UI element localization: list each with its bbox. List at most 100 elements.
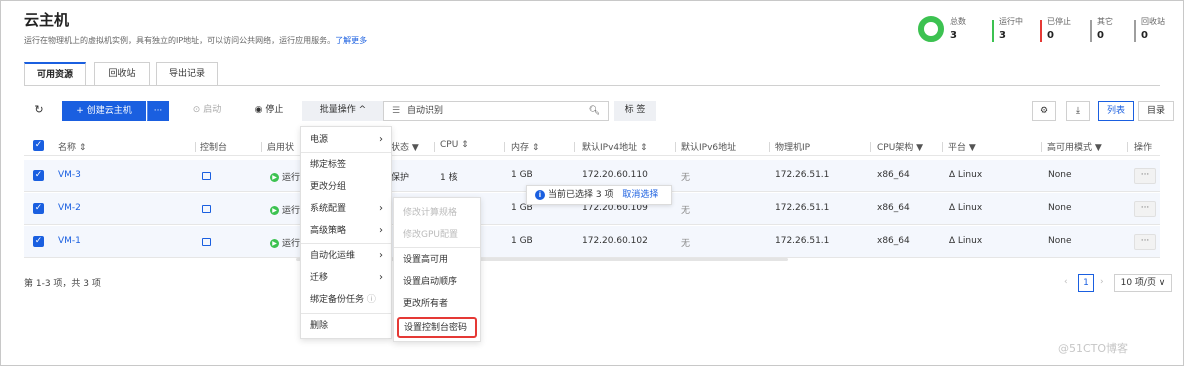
instance-name-link[interactable]: VM-2 xyxy=(58,203,81,213)
tag-button[interactable]: 标 签 xyxy=(614,101,656,121)
col-actions: 操作 xyxy=(1134,143,1153,153)
stat-stopped-value: 0 xyxy=(1047,30,1054,41)
page-number[interactable]: 1 xyxy=(1078,274,1094,292)
col-ipv4[interactable]: 默认IPv4地址 ⇕ xyxy=(582,140,648,153)
create-instance-button[interactable]: + 创建云主机 xyxy=(62,101,146,121)
menu-item-bind-backup[interactable]: 绑定备份任务 ⓘ xyxy=(301,289,391,311)
prev-page-button[interactable]: ‹ xyxy=(1064,274,1068,292)
download-button[interactable]: ⤓ xyxy=(1066,101,1090,121)
submenu-item-modify-gpu[interactable]: 修改GPU配置 xyxy=(394,224,480,246)
stat-recycle-bar xyxy=(1134,20,1136,42)
col-enable-state[interactable]: 启用状 xyxy=(267,140,294,153)
menu-item-label: 迁移 xyxy=(310,273,329,283)
row-actions-button[interactable]: ··· xyxy=(1134,201,1156,217)
system-config-submenu: 修改计算规格 修改GPU配置 设置高可用 设置启动顺序 更改所有者 设置控制台密… xyxy=(393,197,481,342)
state-cell: 保护 xyxy=(391,173,410,183)
menu-item-bind-tag[interactable]: 绑定标签 xyxy=(301,154,391,176)
col-memory[interactable]: 内存 ⇕ xyxy=(511,140,539,153)
chevron-left-icon: ‹ xyxy=(1064,277,1068,287)
col-state[interactable]: 状态 ▼ xyxy=(391,140,419,153)
instance-name-link[interactable]: VM-1 xyxy=(58,236,81,246)
col-cpu[interactable]: CPU ⇕ xyxy=(440,140,469,150)
create-more-button[interactable]: ··· xyxy=(147,101,169,121)
menu-item-system-config[interactable]: 系统配置 › xyxy=(301,198,391,220)
stat-running-bar xyxy=(992,20,994,42)
platform-cell: ∆ Linux xyxy=(949,236,982,246)
menu-item-power[interactable]: 电源 › xyxy=(301,129,391,151)
tab-recycle-bin[interactable]: 回收站 xyxy=(94,62,150,86)
cancel-selection-link[interactable]: 取消选择 xyxy=(622,190,658,200)
tab-export-records[interactable]: 导出记录 xyxy=(156,62,218,86)
col-ha-mode[interactable]: 高可用模式 ▼ xyxy=(1047,140,1102,153)
col-console: 控制台 xyxy=(200,143,228,153)
stop-label: 停止 xyxy=(265,105,284,115)
cpu-cell: 1 核 xyxy=(440,173,458,183)
col-ipv6: 默认IPv6地址 xyxy=(681,143,737,153)
ipv6-cell: 无 xyxy=(681,239,691,249)
submenu-item-set-ha[interactable]: 设置高可用 xyxy=(394,249,480,271)
platform-text: Linux xyxy=(957,236,983,246)
col-cpu-arch[interactable]: CPU架构 ▼ xyxy=(877,140,923,153)
menu-item-migrate[interactable]: 迁移 › xyxy=(301,267,391,289)
search-input[interactable]: ☰ 自动识别 🔍︎ xyxy=(383,101,609,121)
console-icon[interactable] xyxy=(202,172,211,180)
row-checkbox[interactable]: ✓ xyxy=(33,236,44,247)
ha-cell: None xyxy=(1048,170,1072,180)
start-icon: ⊙ xyxy=(192,105,201,115)
tab-divider xyxy=(24,85,1160,86)
row-checkbox[interactable]: ✓ xyxy=(33,170,44,181)
console-icon[interactable] xyxy=(202,238,211,246)
search-placeholder: 自动识别 xyxy=(406,106,443,116)
col-separator xyxy=(434,142,435,152)
row-actions-button[interactable]: ··· xyxy=(1134,168,1156,184)
stop-icon: ◉ xyxy=(254,105,263,115)
menu-item-label: 绑定备份任务 xyxy=(310,295,365,305)
row-checkbox[interactable]: ✓ xyxy=(33,203,44,214)
tab-available-resources[interactable]: 可用资源 xyxy=(24,62,86,86)
refresh-button[interactable]: ↻ xyxy=(28,101,50,121)
col-separator xyxy=(1041,142,1042,152)
console-icon[interactable] xyxy=(202,205,211,213)
col-separator xyxy=(574,142,575,152)
submenu-item-console-password[interactable]: 设置控制台密码 xyxy=(397,317,477,338)
ha-cell: None xyxy=(1048,236,1072,246)
ha-cell: None xyxy=(1048,203,1072,213)
start-button[interactable]: ⊙ 启动 xyxy=(184,101,230,121)
stop-button[interactable]: ◉ 停止 xyxy=(246,101,292,121)
select-all-checkbox[interactable]: ✓ xyxy=(33,140,44,151)
col-separator xyxy=(504,142,505,152)
instance-name-link[interactable]: VM-3 xyxy=(58,170,81,180)
enable-state: ▶ 运行 xyxy=(270,203,300,216)
cpu-arch-cell: x86_64 xyxy=(877,170,910,180)
submenu-item-change-owner[interactable]: 更改所有者 xyxy=(394,293,480,315)
menu-item-advanced-policy[interactable]: 高级策略 › xyxy=(301,220,391,242)
col-name[interactable]: 名称 ⇕ xyxy=(58,140,86,153)
enable-state-text: 运行 xyxy=(282,173,301,183)
next-page-button[interactable]: › xyxy=(1100,274,1104,292)
learn-more-link[interactable]: 了解更多 xyxy=(335,36,367,45)
menu-item-automation[interactable]: 自动化运维 › xyxy=(301,245,391,267)
page-size-select[interactable]: 10 项/页 ∨ xyxy=(1114,274,1172,292)
list-view-button[interactable]: 列表 xyxy=(1098,101,1134,121)
enable-state: ▶ 运行 xyxy=(270,236,300,249)
batch-operations-button[interactable]: 批量操作 ^ xyxy=(302,101,384,121)
search-icon[interactable]: 🔍︎ xyxy=(589,102,600,120)
chevron-right-icon: › xyxy=(1100,277,1104,287)
table-header: ✓ 名称 ⇕ 控制台 启用状 状态 ▼ CPU ⇕ 内存 ⇕ 默认IPv4地址 … xyxy=(24,136,1160,156)
linux-icon: ∆ xyxy=(949,236,956,246)
start-label: 启动 xyxy=(203,105,222,115)
row-actions-button[interactable]: ··· xyxy=(1134,234,1156,250)
menu-item-delete[interactable]: 删除 xyxy=(301,315,391,337)
settings-button[interactable]: ⚙ xyxy=(1032,101,1056,121)
card-view-button[interactable]: 目录 xyxy=(1138,101,1174,121)
linux-icon: ∆ xyxy=(949,203,956,213)
submenu-item-boot-order[interactable]: 设置启动顺序 xyxy=(394,271,480,293)
menu-item-change-group[interactable]: 更改分组 xyxy=(301,176,391,198)
col-platform[interactable]: 平台 ▼ xyxy=(948,140,976,153)
col-separator xyxy=(942,142,943,152)
page-description: 运行在物理机上的虚拟机实例，具有独立的IP地址，可以访问公共网络，运行应用服务。… xyxy=(24,35,367,46)
submenu-item-modify-spec[interactable]: 修改计算规格 xyxy=(394,202,480,224)
menu-item-label: 电源 xyxy=(310,135,329,145)
table-row[interactable]: ✓ VM-1 ▶ 运行 1 GB 172.20.60.102 无 172.26.5… xyxy=(24,226,1160,258)
physical-ip-cell: 172.26.51.1 xyxy=(775,203,830,213)
